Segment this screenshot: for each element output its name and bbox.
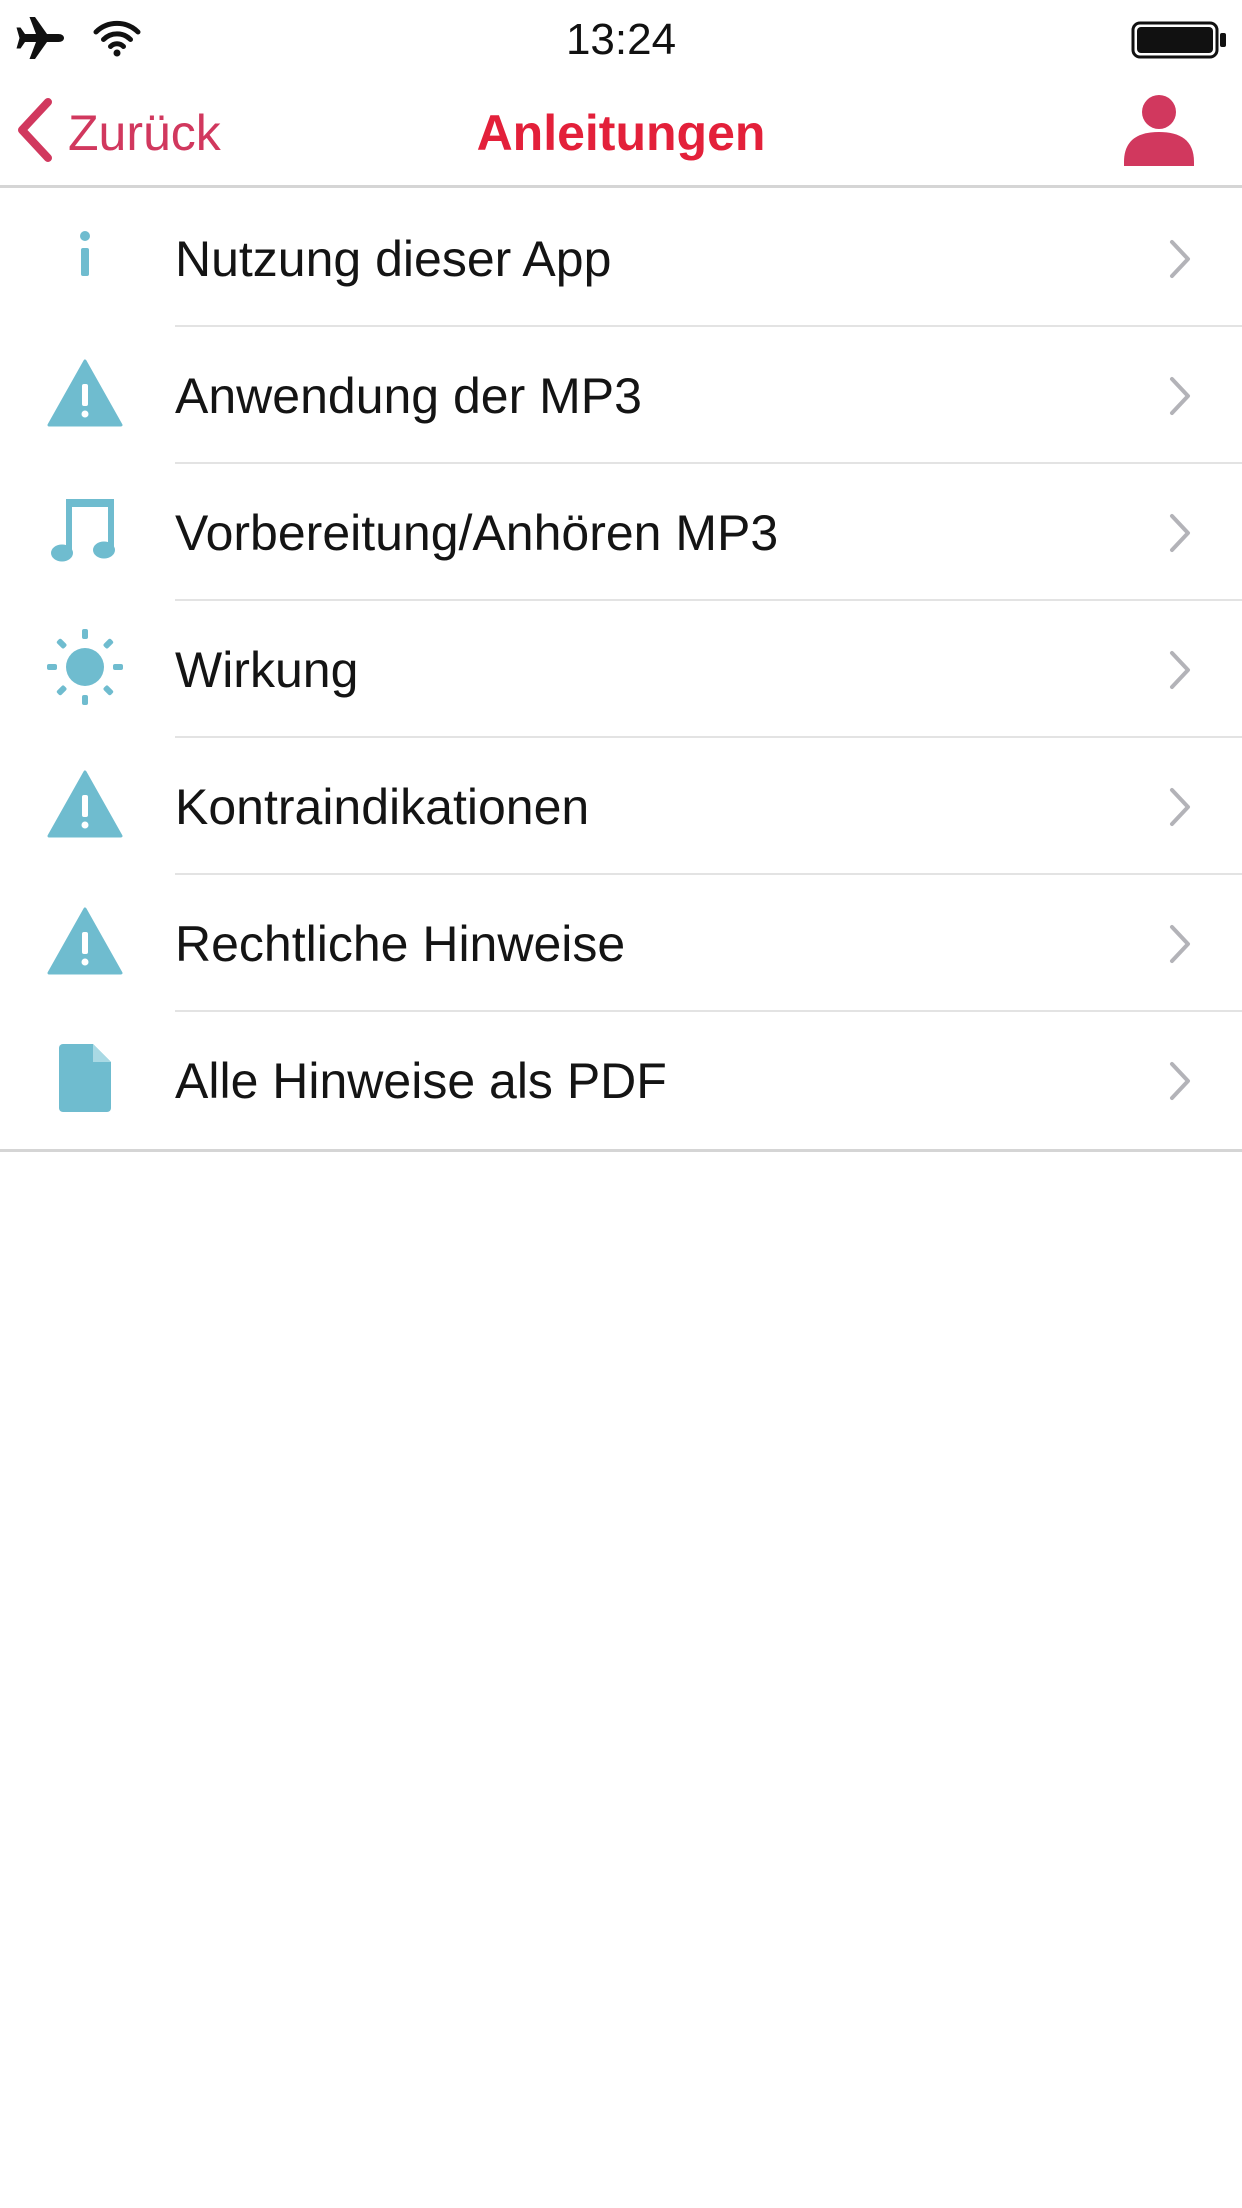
chevron-right-icon — [1160, 1012, 1200, 1149]
warning-icon — [47, 906, 123, 981]
list-item-label: Kontraindikationen — [175, 778, 590, 835]
battery-icon — [1130, 18, 1230, 62]
music-note-icon — [50, 495, 120, 570]
info-icon — [65, 226, 105, 291]
user-icon — [1118, 95, 1200, 176]
list-item-label: Alle Hinweise als PDF — [175, 1052, 667, 1109]
list-item-label: Nutzung dieser App — [175, 230, 612, 287]
list-item-wirkung[interactable]: Wirkung — [0, 601, 1242, 738]
status-bar: 13:24 — [0, 0, 1242, 80]
back-label: Zurück — [68, 104, 221, 161]
navigation-bar: Zurück Anleitungen — [0, 80, 1242, 188]
sun-icon — [45, 627, 125, 712]
menu-list: Nutzung dieser App Anwendung der MP3 Vor… — [0, 190, 1242, 1152]
warning-icon — [47, 769, 123, 844]
list-item-anwendung[interactable]: Anwendung der MP3 — [0, 327, 1242, 464]
warning-icon — [47, 358, 123, 433]
document-icon — [57, 1042, 113, 1119]
profile-button[interactable] — [1118, 90, 1200, 172]
chevron-right-icon — [1160, 601, 1200, 738]
back-button[interactable]: Zurück — [14, 80, 221, 185]
chevron-right-icon — [1160, 738, 1200, 875]
list-item-rechtliche-hinweise[interactable]: Rechtliche Hinweise — [0, 875, 1242, 1012]
screen: 13:24 Zurück Anleitungen Nutzung dieser … — [0, 0, 1242, 2208]
chevron-right-icon — [1160, 464, 1200, 601]
chevron-right-icon — [1160, 327, 1200, 464]
list-item-label: Anwendung der MP3 — [175, 367, 642, 424]
status-time: 13:24 — [565, 15, 677, 64]
chevron-right-icon — [1160, 190, 1200, 327]
list-item-label: Wirkung — [175, 641, 359, 698]
list-item-pdf[interactable]: Alle Hinweise als PDF — [0, 1012, 1242, 1149]
list-item-vorbereitung[interactable]: Vorbereitung/Anhören MP3 — [0, 464, 1242, 601]
chevron-left-icon — [14, 98, 54, 167]
list-item-nutzung[interactable]: Nutzung dieser App — [0, 190, 1242, 327]
list-item-label: Vorbereitung/Anhören MP3 — [175, 504, 779, 561]
list-item-kontraindikationen[interactable]: Kontraindikationen — [0, 738, 1242, 875]
list-item-label: Rechtliche Hinweise — [175, 915, 626, 972]
chevron-right-icon — [1160, 875, 1200, 1012]
